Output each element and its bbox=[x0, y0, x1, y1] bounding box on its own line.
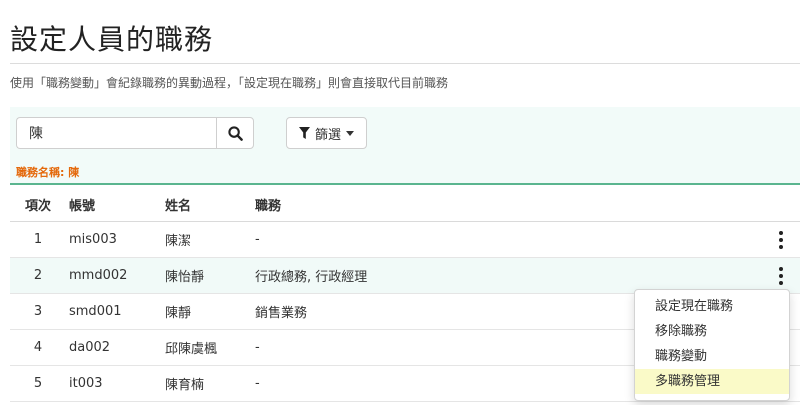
search-input[interactable] bbox=[16, 117, 217, 149]
filter-panel: 篩選 職務名稱: 陳 bbox=[10, 107, 800, 185]
page-title: 設定人員的職務 bbox=[10, 23, 214, 56]
search-icon bbox=[227, 125, 243, 141]
active-filter-label: 職務名稱: 陳 bbox=[16, 166, 80, 179]
kebab-menu-icon[interactable] bbox=[778, 267, 784, 285]
menu-item-duty-change[interactable]: 職務變動 bbox=[635, 344, 789, 369]
menu-item-set-current-duty[interactable]: 設定現在職務 bbox=[635, 294, 789, 319]
row-account: it003 bbox=[69, 376, 103, 391]
row-no: 2 bbox=[33, 268, 43, 283]
row-account: mis003 bbox=[69, 232, 117, 247]
search-button[interactable] bbox=[216, 117, 254, 149]
menu-item-remove-duty[interactable]: 移除職務 bbox=[635, 319, 789, 344]
funnel-icon bbox=[298, 127, 310, 139]
title-divider bbox=[10, 63, 800, 64]
header-account[interactable]: 帳號 bbox=[69, 195, 95, 214]
header-name[interactable]: 姓名 bbox=[165, 195, 191, 214]
row-name: 陳靜 bbox=[165, 306, 192, 321]
row-no: 4 bbox=[33, 340, 43, 355]
row-account: mmd002 bbox=[69, 268, 128, 283]
row-name: 陳怡靜 bbox=[165, 270, 205, 285]
row-duty: - bbox=[255, 376, 260, 391]
row-account: da002 bbox=[69, 340, 111, 355]
row-duty: - bbox=[255, 232, 260, 247]
row-no: 3 bbox=[33, 304, 43, 319]
row-duty: - bbox=[255, 340, 260, 355]
chevron-down-icon bbox=[346, 130, 354, 136]
row-no: 1 bbox=[33, 232, 43, 247]
row-name: 陳潔 bbox=[165, 234, 192, 249]
row-duty: 銷售業務 bbox=[255, 306, 308, 321]
filter-button-label: 篩選 bbox=[314, 127, 341, 143]
row-duty: 行政總務, 行政經理 bbox=[255, 270, 368, 285]
page-description: 使用「職務變動」會紀錄職務的異動過程，「設定現在職務」則會直接取代目前職務 bbox=[10, 76, 449, 90]
menu-item-multi-duty-management[interactable]: 多職務管理 bbox=[635, 369, 789, 394]
header-no[interactable]: 項次 bbox=[10, 195, 66, 214]
table-row[interactable]: 1 mis003 陳潔 - bbox=[10, 222, 800, 258]
row-name: 陳育楠 bbox=[165, 378, 205, 393]
row-actions-menu: 設定現在職務 移除職務 職務變動 多職務管理 bbox=[634, 289, 790, 401]
filter-dropdown-button[interactable]: 篩選 bbox=[286, 117, 367, 149]
table-header: 項次 帳號 姓名 職務 bbox=[10, 187, 800, 222]
header-duty[interactable]: 職務 bbox=[255, 195, 281, 214]
row-no: 5 bbox=[33, 376, 43, 391]
row-name: 邱陳虞楓 bbox=[165, 342, 218, 357]
kebab-menu-icon[interactable] bbox=[778, 231, 784, 249]
row-account: smd001 bbox=[69, 304, 122, 319]
